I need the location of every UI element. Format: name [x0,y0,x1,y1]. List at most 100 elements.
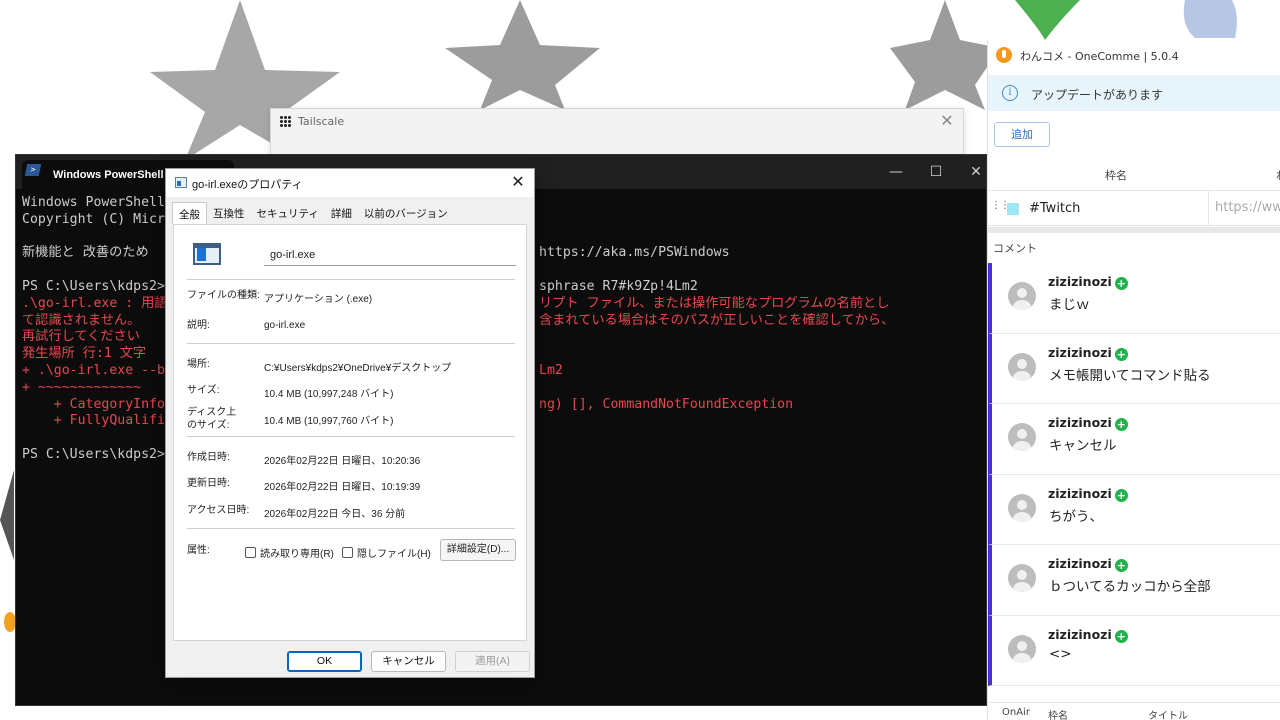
background-star-shape [890,0,1000,110]
frame-color-swatch[interactable] [1007,203,1019,215]
footer-title[interactable]: タイトル [1148,707,1188,720]
terminal-output-right[interactable]: https://aka.ms/PSWindows sphrase R7#k9Zp!… [539,195,979,464]
terminal-line: https://aka.ms/PSWindows [539,245,730,261]
size-label: サイズ: [187,385,220,396]
disk-size-label-line2: のサイズ: [187,420,230,431]
comment-list[interactable]: zizizinozi + まじｗ zizizinozi + メモ帳開いてコマンド貼る ziz… [988,263,1280,686]
size-value: 10.4 MB (10,997,248 バイト) [264,389,394,400]
terminal-line: リプト ファイル、または操作可能なプログラムの名前とし [539,295,890,311]
attributes-label: 属性: [187,545,210,556]
location-value: C:¥Users¥kdps2¥OneDrive¥デスクトップ [264,363,452,374]
background-triangle-shape [0,470,14,560]
general-panel: ファイルの種類: アプリケーション (.exe) 説明: go-irl.exe … [173,224,527,641]
powershell-icon: > [24,164,42,176]
properties-title: go-irl.exeのプロパティ [192,179,303,191]
properties-dialog[interactable]: go-irl.exeのプロパティ ✕ 全般 互換性 セキュリティ 詳細 以前のバ… [165,168,535,678]
update-text: アップデートがあります [1031,88,1164,102]
update-banner[interactable]: i アップデートがあります [988,75,1280,111]
comment-item[interactable]: zizizinozi + キャンセル [988,404,1280,475]
hidden-checkbox[interactable]: 隠しファイル(H) [342,545,431,560]
divider [187,279,515,280]
member-badge-icon: + [1114,488,1128,502]
frame-column-header: 枠名 [1105,169,1127,182]
hidden-label: 隠しファイル(H) [357,549,431,560]
comment-item[interactable]: zizizinozi + ちがう、 [988,474,1280,545]
checkbox-box[interactable] [245,547,256,558]
minimize-button[interactable]: — [876,163,916,183]
comment-text: メモ帳開いてコマンド貼る [1049,367,1211,384]
cancel-button[interactable]: キャンセル [371,651,446,672]
comment-username: zizizinozi + [1048,627,1128,643]
tab-previous-versions[interactable]: 以前のバージョン [358,202,454,224]
comment-text: ちがう、 [1049,508,1103,525]
frame-name[interactable]: #Twitch [1029,201,1080,216]
add-button[interactable]: 追加 [994,122,1050,147]
character-hair-decoration [1183,0,1237,38]
tab-general[interactable]: 全般 [172,202,207,224]
created-value: 2026年02月22日 日曜日、10:20:36 [264,456,421,467]
member-badge-icon: + [1114,347,1128,361]
checkbox-box[interactable] [342,547,353,558]
properties-close-button[interactable]: ✕ [506,172,530,194]
comment-username: zizizinozi + [1048,486,1128,502]
footer-onair[interactable]: OnAir [1002,707,1030,718]
tab-compatibility[interactable]: 互換性 [207,202,251,224]
tab-security[interactable]: セキュリティ [251,202,325,224]
terminal-line: Lm2 [539,362,563,378]
tab-details[interactable]: 詳細 [325,202,358,224]
exe-file-icon [175,177,187,188]
maximize-button[interactable]: ☐ [916,163,956,183]
leaf-decoration [1015,0,1080,40]
frame-url[interactable]: https://www [1208,191,1280,225]
properties-tabs: 全般 互換性 セキュリティ 詳細 以前のバージョン [172,202,454,224]
avatar [1008,564,1036,592]
filename-input[interactable] [264,244,516,266]
onecomme-title: わんコメ - OneComme | 5.0.4 [1020,50,1179,63]
footer-frame[interactable]: 枠名 [1048,707,1068,720]
comment-item[interactable]: zizizinozi + <> [988,615,1280,686]
terminal-line: ng) [], CommandNotFoundException [539,396,794,412]
terminal-line: sphrase R7#k9Zp!4Lm2 [539,278,698,294]
type-value: アプリケーション (.exe) [264,294,373,305]
readonly-checkbox[interactable]: 読み取り専用(R) [245,545,334,560]
accessed-label: アクセス日時: [187,505,250,516]
ok-button[interactable]: OK [287,651,362,672]
avatar [1008,423,1036,451]
modified-label: 更新日時: [187,478,230,489]
avatar [1008,493,1036,522]
application-icon [193,243,221,265]
username-text: zizizinozi [1048,556,1112,571]
comment-item[interactable]: zizizinozi + まじｗ [988,263,1280,334]
tailscale-title: Tailscale [298,115,345,128]
frame-row[interactable]: ⋮⋮ #Twitch https://www [988,190,1280,226]
onecomme-footer: OnAir 枠名 タイトル [988,702,1280,720]
comment-text: ｂついてるカッコから全部 [1049,579,1211,595]
comment-username: zizizinozi + [1048,274,1128,290]
apply-button[interactable]: 適用(A) [455,651,530,672]
username-text: zizizinozi [1048,485,1112,501]
avatar [1008,634,1036,663]
comment-text: キャンセル [1049,438,1117,454]
onecomme-titlebar[interactable]: わんコメ - OneComme | 5.0.4 [988,40,1280,70]
disk-size-label-line1: ディスク上 [187,407,237,418]
advanced-button[interactable]: 詳細設定(D)... [440,539,516,561]
member-badge-icon: + [1114,418,1128,431]
username-text: zizizinozi [1048,415,1112,430]
comment-username: zizizinozi + [1048,415,1128,431]
type-label: ファイルの種類: [187,290,260,301]
avatar [1008,282,1036,310]
background-star-shape [445,0,600,110]
comment-item[interactable]: zizizinozi + ｂついてるカッコから全部 [988,545,1280,616]
username-text: zizizinozi [1048,274,1112,289]
tailscale-close-button[interactable]: ✕ [937,112,957,130]
comment-item[interactable]: zizizinozi + メモ帳開いてコマンド貼る [988,333,1280,404]
drag-handle-icon[interactable]: ⋮⋮ [991,201,1010,215]
onecomme-window[interactable]: わんコメ - OneComme | 5.0.4 i アップデートがあります 追加… [987,40,1280,720]
